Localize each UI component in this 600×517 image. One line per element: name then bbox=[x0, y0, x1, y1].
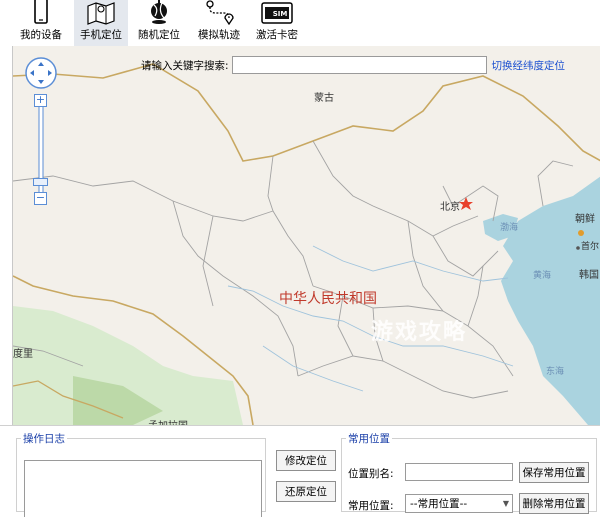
map-label-india: 度里 bbox=[13, 349, 33, 360]
search-label: 请输入关键字搜索: bbox=[141, 59, 229, 72]
toolbar-activate-card-button[interactable]: SIM 激活卡密 bbox=[250, 0, 304, 46]
watermark-text: 游戏攻略 bbox=[371, 320, 468, 345]
operation-log-group: 操作日志 bbox=[16, 431, 266, 517]
switch-latlng-link[interactable]: 切换经纬度定位 bbox=[492, 58, 566, 73]
restore-location-button[interactable]: 还原定位 bbox=[276, 481, 336, 502]
toolbar-phone-locate-button[interactable]: 手机定位 bbox=[74, 0, 128, 46]
toolbar-label: 模拟轨迹 bbox=[198, 29, 240, 41]
map-icon bbox=[85, 0, 117, 25]
map-label-bohai: 渤海 bbox=[500, 223, 519, 233]
delete-common-location-button[interactable]: 删除常用位置 bbox=[519, 493, 589, 514]
common-position-select[interactable]: --常用位置-- ▼ bbox=[405, 494, 513, 513]
alias-input[interactable] bbox=[405, 463, 513, 481]
map-base-layer bbox=[13, 46, 600, 425]
map-label-mongolia: 蒙古 bbox=[314, 93, 334, 104]
toolbar-random-locate-button[interactable]: 随机定位 bbox=[132, 0, 186, 46]
map-view[interactable]: 蒙古 北京 中华人民共和国 渤海 黄海 东海 朝鲜 首尔 韩国 度里 孟加拉国 … bbox=[12, 46, 600, 425]
search-bar: 请输入关键字搜索: 切换经纬度定位 bbox=[141, 55, 565, 75]
operation-log-legend: 操作日志 bbox=[23, 433, 65, 445]
search-input[interactable] bbox=[231, 56, 487, 74]
map-label-bangladesh: 孟加拉国 bbox=[148, 417, 188, 425]
zoom-out-button[interactable]: − bbox=[34, 192, 47, 205]
modify-location-button[interactable]: 修改定位 bbox=[276, 450, 336, 471]
toolbar-label: 手机定位 bbox=[80, 29, 122, 41]
zoom-slider-handle[interactable] bbox=[33, 178, 48, 186]
toolbar-label: 我的设备 bbox=[20, 29, 62, 41]
route-icon bbox=[203, 0, 235, 25]
globe-pin-icon bbox=[143, 0, 175, 25]
sim-card-icon: SIM bbox=[261, 0, 293, 25]
common-location-legend: 常用位置 bbox=[348, 433, 390, 445]
map-label-south-korea: 韩国 bbox=[579, 270, 599, 281]
zoom-track bbox=[38, 95, 44, 205]
operation-log-textarea[interactable] bbox=[24, 460, 262, 517]
map-label-north-korea: 朝鲜 bbox=[575, 214, 595, 225]
sim-text: SIM bbox=[273, 10, 288, 18]
map-label-beijing: 北京 bbox=[440, 202, 460, 213]
map-label-china: 中华人民共和国 bbox=[279, 291, 377, 307]
toolbar: 我的设备 手机定位 随机定位 模拟轨迹 SIM 激活卡密 bbox=[0, 0, 600, 46]
zoom-in-button[interactable]: + bbox=[34, 94, 47, 107]
toolbar-label: 随机定位 bbox=[138, 29, 180, 41]
toolbar-label: 激活卡密 bbox=[256, 29, 298, 41]
toolbar-simulate-route-button[interactable]: 模拟轨迹 bbox=[192, 0, 246, 46]
pan-control[interactable] bbox=[24, 56, 58, 90]
alias-label: 位置别名: bbox=[348, 468, 394, 480]
map-label-yellow-sea: 黄海 bbox=[533, 271, 552, 281]
common-position-label: 常用位置: bbox=[348, 500, 394, 512]
phone-icon bbox=[25, 0, 57, 25]
common-position-value: --常用位置-- bbox=[410, 498, 468, 510]
app-window: 我的设备 手机定位 随机定位 模拟轨迹 SIM 激活卡密 蒙古 北京 中华人民共… bbox=[0, 0, 600, 517]
common-location-group: 常用位置 位置别名: 保存常用位置 常用位置: --常用位置-- ▼ 删除常用位… bbox=[341, 431, 597, 514]
toolbar-my-device-button[interactable]: 我的设备 bbox=[14, 0, 68, 46]
save-common-location-button[interactable]: 保存常用位置 bbox=[519, 462, 589, 483]
map-label-seoul: 首尔 bbox=[581, 242, 600, 252]
map-label-east-sea: 东海 bbox=[546, 367, 565, 377]
chevron-down-icon: ▼ bbox=[502, 499, 509, 508]
bottom-panel: 操作日志 修改定位 还原定位 常用位置 位置别名: 保存常用位置 常用位置: -… bbox=[0, 425, 600, 517]
